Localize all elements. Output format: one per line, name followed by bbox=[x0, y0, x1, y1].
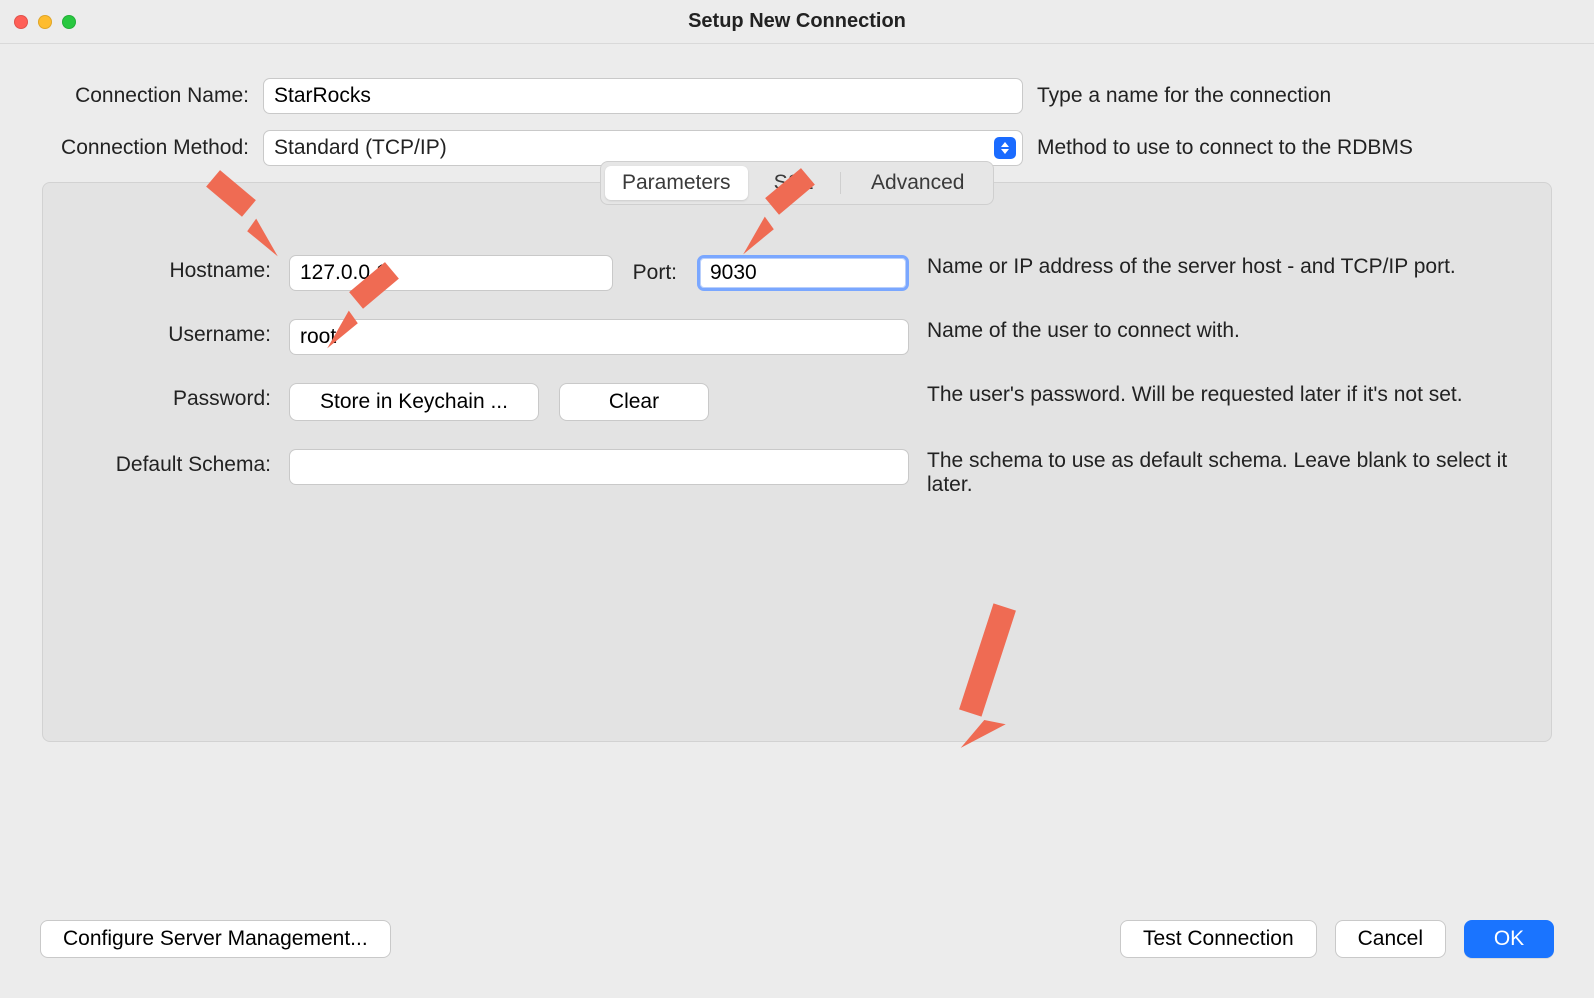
username-label: Username: bbox=[61, 319, 271, 347]
connection-name-label: Connection Name: bbox=[34, 84, 249, 108]
window-title: Setup New Connection bbox=[0, 10, 1594, 33]
close-window-button[interactable] bbox=[14, 15, 28, 29]
port-label: Port: bbox=[633, 261, 677, 285]
row-username: Username: Name of the user to connect wi… bbox=[61, 319, 1533, 355]
test-connection-button[interactable]: Test Connection bbox=[1120, 920, 1317, 958]
tab-parameters[interactable]: Parameters bbox=[605, 166, 748, 200]
minimize-window-button[interactable] bbox=[38, 15, 52, 29]
default-schema-label: Default Schema: bbox=[61, 449, 271, 477]
password-label: Password: bbox=[61, 383, 271, 411]
hostname-help: Name or IP address of the server host - … bbox=[927, 255, 1533, 279]
port-input[interactable] bbox=[697, 255, 909, 291]
tab-separator bbox=[840, 172, 841, 194]
default-schema-help: The schema to use as default schema. Lea… bbox=[927, 449, 1533, 497]
username-help: Name of the user to connect with. bbox=[927, 319, 1533, 343]
hostname-label: Hostname: bbox=[61, 255, 271, 283]
row-default-schema: Default Schema: The schema to use as def… bbox=[61, 449, 1533, 497]
clear-password-button[interactable]: Clear bbox=[559, 383, 709, 421]
parameters-panel: Parameters SSL Advanced Hostname: Port: … bbox=[42, 182, 1552, 742]
configure-server-management-button[interactable]: Configure Server Management... bbox=[40, 920, 391, 958]
tab-ssl[interactable]: SSL bbox=[754, 166, 834, 200]
dialog-body: Connection Name: Type a name for the con… bbox=[0, 44, 1594, 742]
chevron-updown-icon bbox=[994, 137, 1016, 159]
cancel-button[interactable]: Cancel bbox=[1335, 920, 1446, 958]
row-connection-name: Connection Name: Type a name for the con… bbox=[34, 78, 1560, 114]
tab-advanced[interactable]: Advanced bbox=[847, 166, 990, 200]
row-password: Password: Store in Keychain ... Clear Th… bbox=[61, 383, 1533, 421]
zoom-window-button[interactable] bbox=[62, 15, 76, 29]
dialog-footer: Configure Server Management... Test Conn… bbox=[40, 920, 1554, 958]
row-hostname: Hostname: Port: Name or IP address of th… bbox=[61, 255, 1533, 291]
connection-method-label: Connection Method: bbox=[34, 136, 249, 160]
connection-method-help: Method to use to connect to the RDBMS bbox=[1037, 136, 1560, 160]
connection-name-help: Type a name for the connection bbox=[1037, 84, 1560, 108]
window-controls bbox=[14, 15, 76, 29]
tab-bar: Parameters SSL Advanced bbox=[600, 161, 994, 205]
password-help: The user's password. Will be requested l… bbox=[927, 383, 1533, 407]
hostname-input[interactable] bbox=[289, 255, 613, 291]
username-input[interactable] bbox=[289, 319, 909, 355]
connection-name-input[interactable] bbox=[263, 78, 1023, 114]
default-schema-input[interactable] bbox=[289, 449, 909, 485]
store-in-keychain-button[interactable]: Store in Keychain ... bbox=[289, 383, 539, 421]
connection-method-value: Standard (TCP/IP) bbox=[274, 136, 447, 160]
ok-button[interactable]: OK bbox=[1464, 920, 1554, 958]
titlebar: Setup New Connection bbox=[0, 0, 1594, 44]
